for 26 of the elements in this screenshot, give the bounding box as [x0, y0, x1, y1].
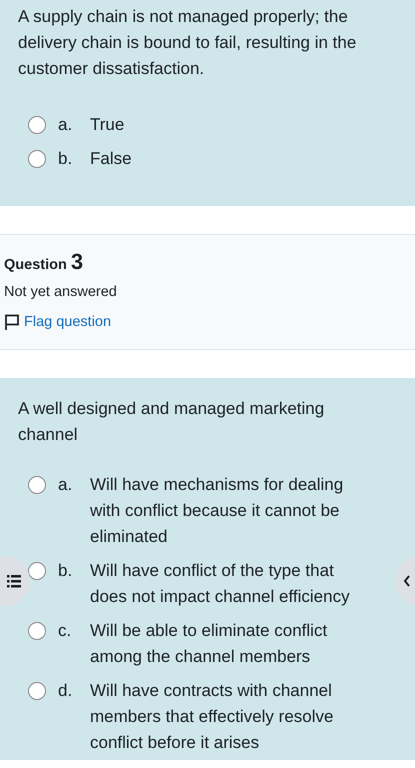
option-letter: b.: [58, 560, 74, 582]
flag-question-link[interactable]: Flag question: [4, 312, 112, 334]
option-text[interactable]: Will have contracts with channel members that effectively resolve conflict before it arises: [90, 678, 397, 756]
radio-button[interactable]: [28, 476, 46, 494]
option-text[interactable]: True: [90, 112, 124, 138]
radio-button[interactable]: [28, 116, 46, 134]
option-text[interactable]: Will be able to eliminate conflict among the channel members: [90, 618, 397, 670]
chevron-left-icon: [403, 575, 411, 587]
question-number: 3: [70, 249, 84, 274]
option-letter: a.: [58, 474, 74, 496]
option-text[interactable]: Will have mechanisms for dealing with conflict because it cannot be eliminated: [90, 472, 397, 550]
menu-icon: [7, 574, 21, 588]
option-letter: b.: [58, 148, 74, 170]
radio-button[interactable]: [28, 682, 46, 700]
option-letter: c.: [58, 620, 72, 642]
question-label: Question: [4, 257, 67, 273]
radio-button[interactable]: [28, 150, 46, 168]
question-text: A well designed and managed marketing channel: [18, 398, 326, 446]
option-letter: d.: [58, 680, 74, 702]
question-status: Not yet answered: [4, 283, 118, 302]
option-text[interactable]: False: [90, 146, 132, 172]
option-letter: a.: [58, 114, 74, 136]
radio-button[interactable]: [28, 562, 46, 580]
question-text: A supply chain is not managed properly; the delivery chain is bound to fail, resulting in the customer dissatisfaction.: [18, 6, 358, 80]
option-text[interactable]: Will have conflict of the type that does not impact channel efficiency: [90, 558, 397, 610]
radio-button[interactable]: [28, 622, 46, 640]
